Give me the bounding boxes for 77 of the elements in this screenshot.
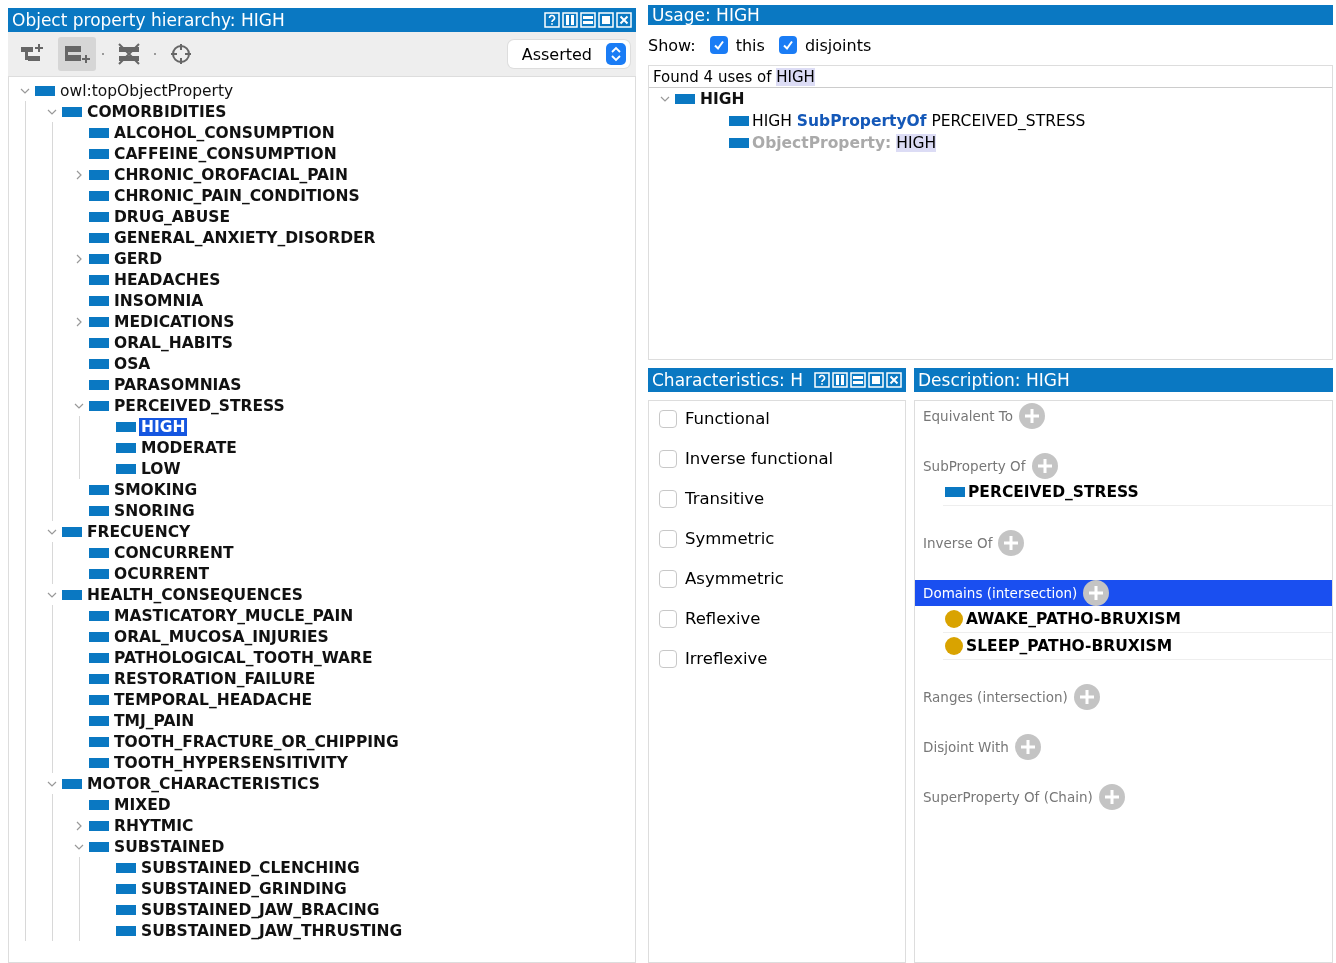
tree-item[interactable]: SNORING xyxy=(112,501,197,520)
panel-title: Object property hierarchy: HIGH xyxy=(12,10,285,30)
tree-item[interactable]: RESTORATION_FAILURE xyxy=(112,669,318,688)
section-label: Ranges (intersection) xyxy=(923,689,1068,705)
section-label: SubProperty Of xyxy=(923,458,1026,474)
tree-item[interactable]: SUBSTAINED xyxy=(112,837,227,856)
tree-item[interactable]: PARASOMNIAS xyxy=(112,375,244,394)
checkbox-label: Symmetric xyxy=(685,529,775,548)
tree-item[interactable]: FRECUENCY xyxy=(85,522,193,541)
usage-summary: Found 4 uses of HIGH xyxy=(649,66,1332,88)
tree-item[interactable]: PATHOLOGICAL_TOOTH_WARE xyxy=(112,648,375,667)
tree-item[interactable]: ORAL_MUCOSA_INJURIES xyxy=(112,627,331,646)
checkbox-label: Inverse functional xyxy=(685,449,834,468)
section-header[interactable]: Domains (intersection) xyxy=(915,580,1332,606)
tree-item[interactable]: OSA xyxy=(112,354,153,373)
usage-subject[interactable]: HIGH xyxy=(698,90,747,108)
checkbox-label: Functional xyxy=(685,409,770,428)
tree-item[interactable]: TOOTH_FRACTURE_OR_CHIPPING xyxy=(112,732,401,751)
section-label: Equivalent To xyxy=(923,408,1014,424)
tree-item[interactable]: MIXED xyxy=(112,795,173,814)
tree-item[interactable]: COMORBIDITIES xyxy=(85,102,229,121)
description-item[interactable]: PERCEIVED_STRESS xyxy=(968,483,1139,501)
section-header[interactable]: SubProperty Of xyxy=(915,453,1332,479)
tree-item[interactable]: HEADACHES xyxy=(112,270,223,289)
section-header[interactable]: Ranges (intersection) xyxy=(915,684,1332,710)
checkbox-label: Irreflexive xyxy=(685,649,768,668)
tree-item[interactable]: CHRONIC_OROFACIAL_PAIN xyxy=(112,165,350,184)
tree-item[interactable]: MEDICATIONS xyxy=(112,312,237,331)
tree-item[interactable]: CAFFEINE_CONSUMPTION xyxy=(112,144,339,163)
tree-item[interactable]: RHYTMIC xyxy=(112,816,196,835)
tree-item[interactable]: SUBSTAINED_JAW_BRACING xyxy=(139,900,382,919)
tree-item[interactable]: TEMPORAL_HEADACHE xyxy=(112,690,315,709)
tree-item[interactable]: DRUG_ABUSE xyxy=(112,207,232,226)
description-item[interactable]: SLEEP_PATHO-BRUXISM xyxy=(966,637,1173,655)
section-label: Disjoint With xyxy=(923,739,1009,755)
checkbox-label: Transitive xyxy=(685,489,765,508)
tree-item[interactable]: INSOMNIA xyxy=(112,291,206,310)
checkbox-label: disjoints xyxy=(804,35,872,55)
tree-item[interactable]: SUBSTAINED_GRINDING xyxy=(139,879,349,898)
checkbox-label: Asymmetric xyxy=(685,569,784,588)
tree-item[interactable]: MASTICATORY_MUCLE_PAIN xyxy=(112,606,356,625)
tree-item[interactable]: SMOKING xyxy=(112,480,200,499)
tree-item[interactable]: MOTOR_CHARACTERISTICS xyxy=(85,774,322,793)
tree-item[interactable]: TOOTH_HYPERSENSITIVITY xyxy=(112,753,350,772)
show-label: Show: xyxy=(648,35,696,55)
usage-axiom[interactable]: ObjectProperty: HIGH xyxy=(752,134,937,152)
tree-item[interactable]: MODERATE xyxy=(139,438,239,457)
tree-item[interactable]: SUBSTAINED_CLENCHING xyxy=(139,858,362,877)
tree-item[interactable]: owl:topObjectProperty xyxy=(58,81,236,100)
mode-dropdown[interactable]: Asserted xyxy=(507,40,630,68)
checkbox-label: Reflexive xyxy=(685,609,761,628)
tree-item[interactable]: CHRONIC_PAIN_CONDITIONS xyxy=(112,186,362,205)
tree-item[interactable]: ORAL_HABITS xyxy=(112,333,236,352)
tree-item[interactable]: ALCOHOL_CONSUMPTION xyxy=(112,123,337,142)
tree-item[interactable]: HIGH xyxy=(139,417,188,436)
tree-item[interactable]: OCURRENT xyxy=(112,564,212,583)
panel-title: Usage: HIGH xyxy=(652,5,760,25)
section-header[interactable]: Disjoint With xyxy=(915,734,1332,760)
tree-item[interactable]: LOW xyxy=(139,459,183,478)
panel-title: Characteristics: H xyxy=(652,370,804,390)
section-header[interactable]: SuperProperty Of (Chain) xyxy=(915,784,1332,810)
tree-item[interactable]: CONCURRENT xyxy=(112,543,236,562)
checkbox-label: this xyxy=(735,35,765,55)
section-header[interactable]: Equivalent To xyxy=(915,403,1332,429)
section-header[interactable]: Inverse Of xyxy=(915,530,1332,556)
tree-item[interactable]: HEALTH_CONSEQUENCES xyxy=(85,585,305,604)
panel-title: Description: HIGH xyxy=(918,370,1070,390)
usage-axiom[interactable]: HIGH SubPropertyOf PERCEIVED_STRESS xyxy=(752,112,1086,130)
section-label: SuperProperty Of (Chain) xyxy=(923,789,1093,805)
tree-item[interactable]: SUBSTAINED_JAW_THRUSTING xyxy=(139,921,405,940)
tree-item[interactable]: PERCEIVED_STRESS xyxy=(112,396,287,415)
tree-item[interactable]: GERD xyxy=(112,249,165,268)
description-item[interactable]: AWAKE_PATHO-BRUXISM xyxy=(966,610,1181,628)
tree-item[interactable]: TMJ_PAIN xyxy=(112,711,197,730)
section-label: Domains (intersection) xyxy=(923,585,1078,601)
tree-item[interactable]: GENERAL_ANXIETY_DISORDER xyxy=(112,228,378,247)
section-label: Inverse Of xyxy=(923,535,993,551)
